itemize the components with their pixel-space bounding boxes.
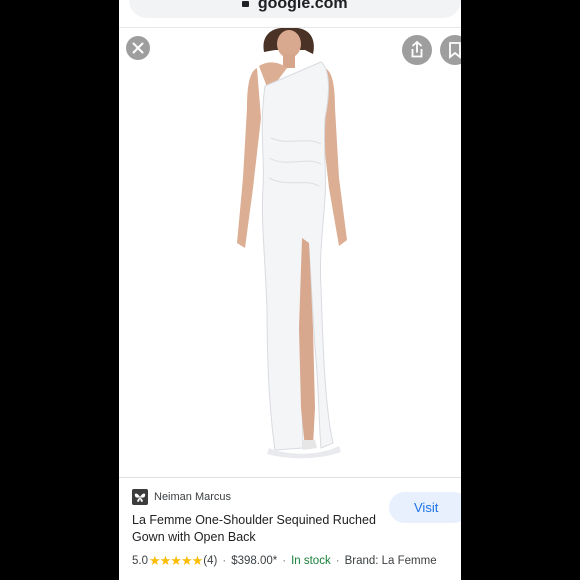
visit-button[interactable]: Visit: [389, 492, 461, 523]
separator-dot: ·: [222, 555, 227, 567]
bookmark-icon: [449, 42, 461, 59]
url-text: google.com: [257, 0, 348, 12]
merchant-name: Neiman Marcus: [154, 491, 232, 503]
close-icon: [132, 42, 144, 54]
share-icon: [411, 40, 423, 58]
product-meta-row: 5.0 ★★★★★ (4) · $398.00* · In stock · Br…: [132, 553, 437, 569]
save-button[interactable]: [440, 35, 461, 65]
price: $398.00*: [231, 555, 278, 567]
separator-dot: ·: [335, 555, 340, 567]
product-image[interactable]: [209, 28, 379, 460]
address-bar[interactable]: google.com: [129, 0, 461, 18]
rating-value: 5.0: [132, 555, 148, 567]
brand-label: Brand: La Femme: [344, 555, 437, 567]
availability-status: In stock: [291, 555, 331, 567]
phone-screen: google.com Neiman Marcus Visit La Femme …: [119, 0, 461, 580]
share-button[interactable]: [402, 35, 432, 65]
review-count[interactable]: (4): [203, 555, 217, 567]
product-info-panel: Neiman Marcus Visit La Femme One-Shoulde…: [119, 478, 461, 580]
close-button[interactable]: [126, 36, 150, 60]
star-rating-icon: ★★★★★: [149, 553, 203, 568]
lock-icon: [242, 1, 250, 7]
separator-dot: ·: [282, 555, 287, 567]
image-viewer: [119, 28, 461, 477]
butterfly-logo: [132, 489, 148, 505]
product-title[interactable]: La Femme One-Shoulder Sequined Ruched Go…: [132, 512, 392, 546]
merchant-row[interactable]: Neiman Marcus: [132, 488, 231, 506]
